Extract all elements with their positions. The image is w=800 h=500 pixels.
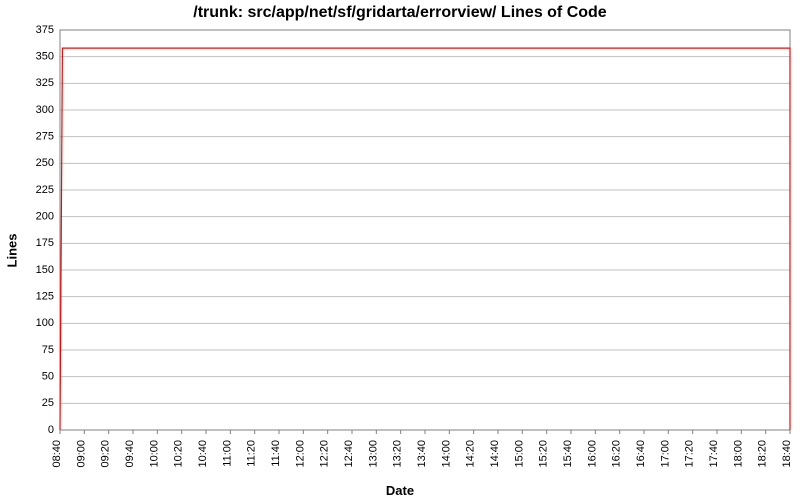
x-axis-ticks: 08:40 09:00 09:20 09:40 10:00 10:20 10:40 11:00… [51, 430, 793, 468]
svg-text:18:20: 18:20 [757, 440, 769, 468]
svg-text:16:00: 16:00 [586, 440, 598, 468]
svg-text:18:40: 18:40 [781, 440, 793, 468]
svg-text:75: 75 [42, 344, 54, 356]
svg-text:100: 100 [36, 317, 54, 329]
svg-text:13:20: 13:20 [392, 440, 404, 468]
svg-text:15:40: 15:40 [562, 440, 574, 468]
y-axis-ticks: 0 25 50 75 100 125 150 175 200 225 250 275 300 325 350… [36, 24, 54, 436]
grid-lines-y [60, 30, 790, 430]
svg-text:13:00: 13:00 [367, 440, 379, 468]
svg-text:11:40: 11:40 [270, 440, 282, 467]
svg-text:10:20: 10:20 [173, 440, 185, 468]
svg-text:18:00: 18:00 [732, 440, 744, 468]
svg-text:13:40: 13:40 [416, 440, 428, 468]
svg-text:11:00: 11:00 [221, 440, 233, 467]
svg-text:325: 325 [36, 77, 54, 89]
svg-text:350: 350 [36, 51, 54, 63]
data-series [60, 48, 790, 430]
svg-text:09:00: 09:00 [75, 440, 87, 468]
svg-text:12:20: 12:20 [319, 440, 331, 468]
svg-text:150: 150 [36, 264, 54, 276]
svg-text:300: 300 [36, 104, 54, 116]
svg-text:275: 275 [36, 131, 54, 143]
svg-text:10:00: 10:00 [148, 440, 160, 468]
svg-text:10:40: 10:40 [197, 440, 209, 468]
svg-text:17:20: 17:20 [684, 440, 696, 468]
svg-text:16:20: 16:20 [611, 440, 623, 468]
svg-text:50: 50 [42, 371, 54, 383]
svg-text:200: 200 [36, 211, 54, 223]
svg-text:08:40: 08:40 [51, 440, 63, 468]
plot-border [60, 30, 790, 430]
svg-text:12:40: 12:40 [343, 440, 355, 468]
svg-text:125: 125 [36, 291, 54, 303]
svg-text:14:00: 14:00 [440, 440, 452, 468]
svg-text:250: 250 [36, 157, 54, 169]
svg-text:225: 225 [36, 184, 54, 196]
svg-text:15:00: 15:00 [513, 440, 525, 468]
svg-text:09:20: 09:20 [100, 440, 112, 468]
svg-text:0: 0 [48, 424, 54, 436]
svg-text:12:00: 12:00 [294, 440, 306, 468]
svg-text:09:40: 09:40 [124, 440, 136, 468]
svg-text:11:20: 11:20 [246, 440, 258, 467]
chart-svg: 0 25 50 75 100 125 150 175 200 225 250 275 300 325 350… [0, 0, 800, 500]
svg-text:17:40: 17:40 [708, 440, 720, 468]
svg-text:17:00: 17:00 [659, 440, 671, 468]
svg-text:16:40: 16:40 [635, 440, 647, 468]
svg-text:25: 25 [42, 397, 54, 409]
svg-text:175: 175 [36, 237, 54, 249]
svg-text:375: 375 [36, 24, 54, 36]
chart-container: /trunk: src/app/net/sf/gridarta/errorvie… [0, 0, 800, 500]
svg-text:15:20: 15:20 [538, 440, 550, 468]
svg-text:14:20: 14:20 [465, 440, 477, 468]
svg-text:14:40: 14:40 [489, 440, 501, 468]
